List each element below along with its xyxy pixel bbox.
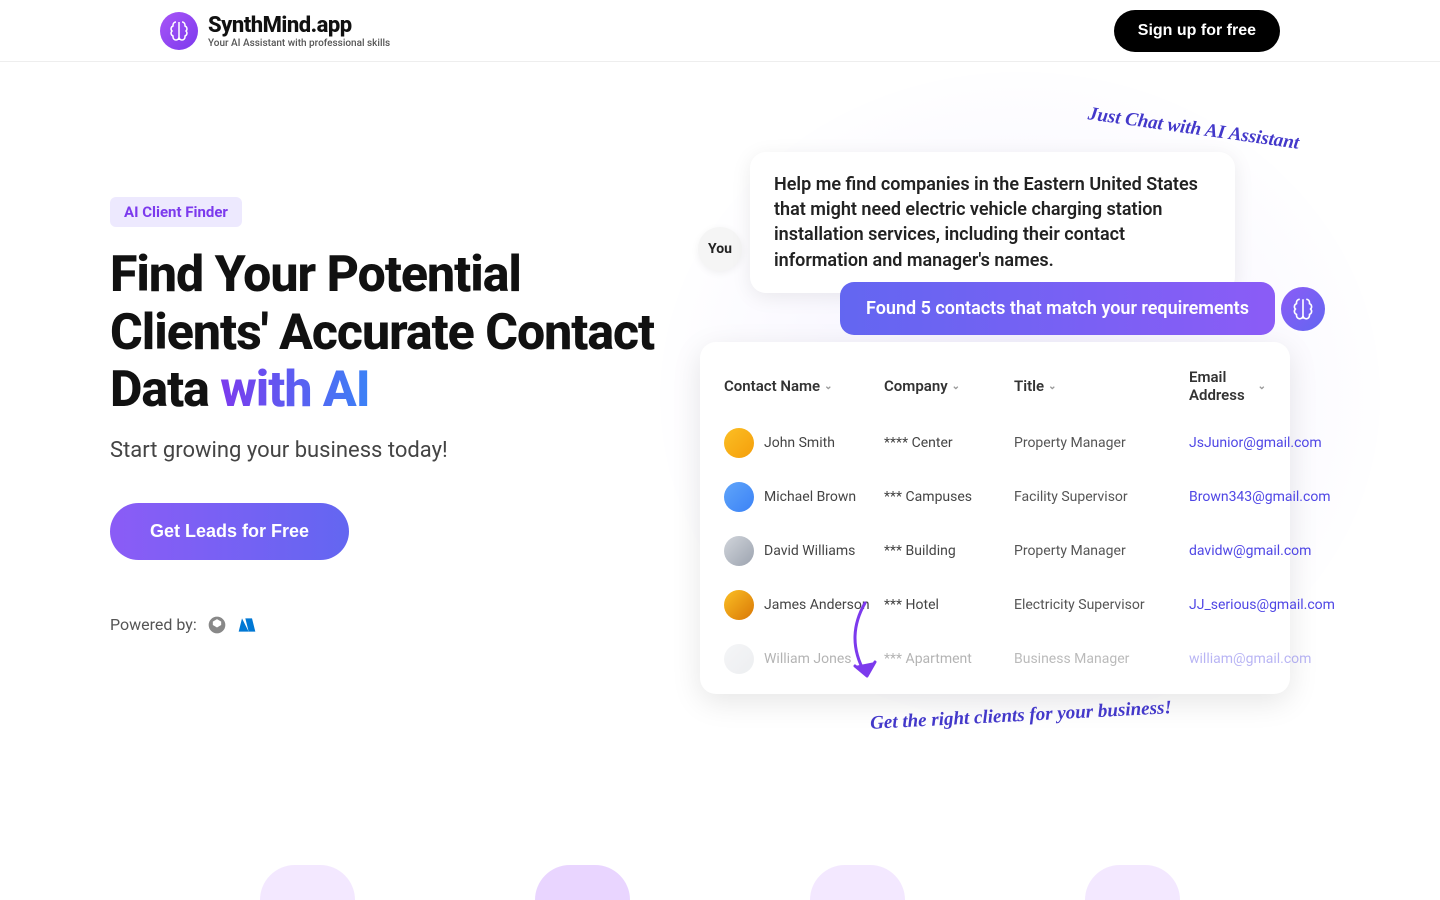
page-header: SynthMind.app Your AI Assistant with pro… bbox=[0, 0, 1440, 62]
product-badge: AI Client Finder bbox=[110, 197, 242, 227]
avatar bbox=[724, 428, 754, 458]
table-row[interactable]: John Smith **** Center Property Manager … bbox=[700, 416, 1290, 470]
feature-cards-row bbox=[0, 865, 1440, 900]
column-header-company[interactable]: Company⌄ bbox=[884, 377, 1014, 395]
avatar bbox=[724, 536, 754, 566]
avatar bbox=[724, 482, 754, 512]
chevron-down-icon: ⌄ bbox=[952, 381, 960, 392]
you-avatar: You bbox=[698, 227, 742, 271]
logo[interactable]: SynthMind.app Your AI Assistant with pro… bbox=[160, 12, 390, 50]
headline-accent: with AI bbox=[220, 361, 369, 419]
logo-subtitle: Your AI Assistant with professional skil… bbox=[208, 38, 390, 49]
avatar bbox=[724, 644, 754, 674]
ai-chat-bubble: Found 5 contacts that match your require… bbox=[840, 282, 1275, 335]
table-row[interactable]: Michael Brown *** Campuses Facility Supe… bbox=[700, 470, 1290, 524]
ai-avatar-icon bbox=[1281, 287, 1325, 331]
table-header-row: Contact Name⌄ Company⌄ Title⌄ Email Addr… bbox=[700, 358, 1290, 416]
you-label: You bbox=[708, 241, 732, 257]
arrow-bottom-icon bbox=[835, 598, 905, 692]
logo-title: SynthMind.app bbox=[208, 13, 390, 38]
headline-text: Find Your Potential Clients' Accurate Co… bbox=[110, 246, 654, 419]
chevron-down-icon: ⌄ bbox=[824, 381, 832, 392]
feature-card-blob bbox=[260, 865, 355, 900]
hero-section: AI Client Finder Find Your Potential Cli… bbox=[0, 62, 1440, 762]
feature-card-blob bbox=[535, 865, 630, 900]
column-header-email[interactable]: Email Address⌄ bbox=[1189, 368, 1266, 404]
chevron-down-icon: ⌄ bbox=[1048, 381, 1056, 392]
hero-illustration: Just Chat with AI Assistant You Help me … bbox=[670, 62, 1330, 762]
table-row[interactable]: James Anderson *** Hotel Electricity Sup… bbox=[700, 578, 1290, 632]
powered-by: Powered by: bbox=[110, 615, 670, 635]
feature-card-blob bbox=[1085, 865, 1180, 900]
user-chat-bubble: Help me find companies in the Eastern Un… bbox=[750, 152, 1235, 293]
table-row[interactable]: William Jones *** Apartment Business Man… bbox=[700, 632, 1290, 686]
get-leads-button[interactable]: Get Leads for Free bbox=[110, 503, 349, 560]
feature-card-blob bbox=[810, 865, 905, 900]
logo-text: SynthMind.app Your AI Assistant with pro… bbox=[208, 13, 390, 49]
avatar bbox=[724, 590, 754, 620]
hero-subheading: Start growing your business today! bbox=[110, 438, 670, 463]
hero-copy: AI Client Finder Find Your Potential Cli… bbox=[110, 62, 670, 762]
column-header-title[interactable]: Title⌄ bbox=[1014, 377, 1189, 395]
table-row[interactable]: David Williams *** Building Property Man… bbox=[700, 524, 1290, 578]
signup-button[interactable]: Sign up for free bbox=[1114, 10, 1280, 52]
azure-icon bbox=[237, 615, 257, 635]
openai-icon bbox=[207, 615, 227, 635]
contacts-table: Contact Name⌄ Company⌄ Title⌄ Email Addr… bbox=[700, 342, 1290, 694]
powered-by-label: Powered by: bbox=[110, 615, 197, 634]
brain-icon bbox=[160, 12, 198, 50]
hero-headline: Find Your Potential Clients' Accurate Co… bbox=[110, 247, 670, 420]
column-header-name[interactable]: Contact Name⌄ bbox=[724, 377, 884, 395]
chevron-down-icon: ⌄ bbox=[1258, 381, 1266, 392]
